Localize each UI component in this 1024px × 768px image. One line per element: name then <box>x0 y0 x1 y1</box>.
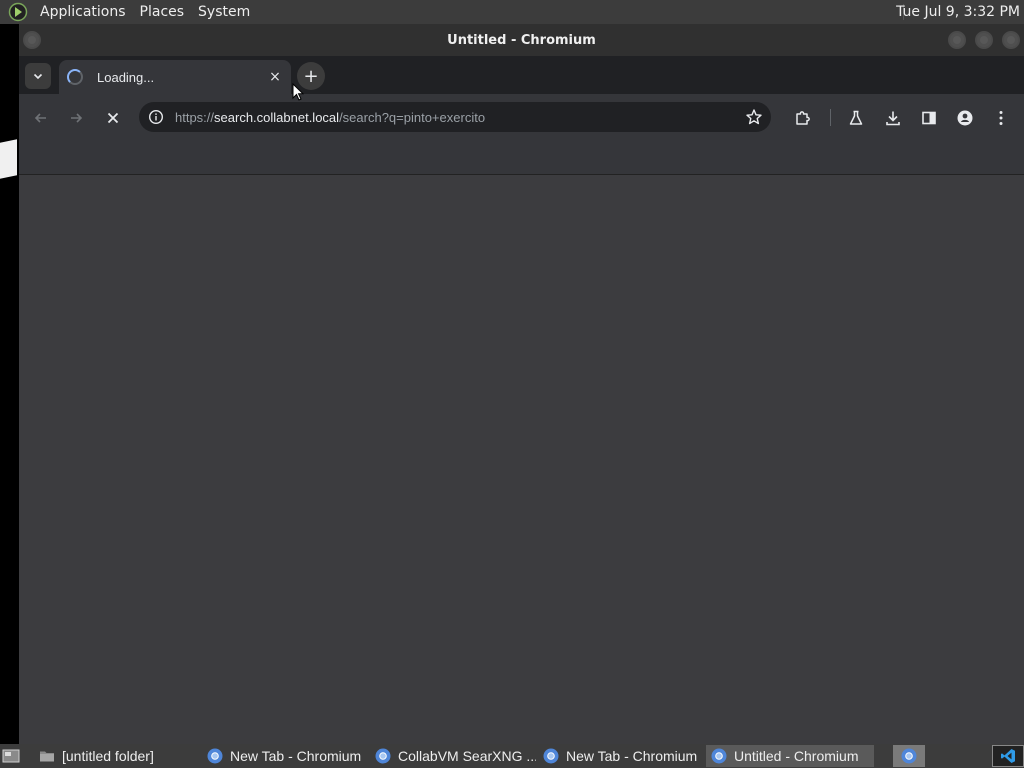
mouse-cursor-icon <box>292 83 304 101</box>
plus-icon: + <box>303 65 319 87</box>
vscode-icon <box>1001 749 1015 763</box>
download-icon <box>886 111 900 126</box>
taskbar-item-label: CollabVM SearXNG ... <box>398 748 536 764</box>
extensions-button[interactable] <box>789 104 817 132</box>
clock[interactable]: Tue Jul 9, 3:32 PM <box>896 0 1020 24</box>
profile-icon <box>957 110 973 126</box>
maximize-button[interactable] <box>975 31 993 49</box>
tab-loading[interactable]: Loading... × <box>59 60 291 94</box>
window-title: Untitled - Chromium <box>447 32 596 48</box>
folder-icon <box>40 751 54 762</box>
taskbar-item-searxng[interactable]: CollabVM SearXNG ... <box>370 745 536 767</box>
back-button[interactable] <box>27 104 55 132</box>
menu-places[interactable]: Places <box>133 0 192 24</box>
tab-title: Loading... <box>97 69 155 85</box>
forward-button[interactable] <box>62 104 90 132</box>
url-text[interactable]: https://search.collabnet.local/search?q=… <box>175 110 485 125</box>
chromium-icon <box>375 748 391 764</box>
tab-close-icon[interactable]: × <box>267 69 283 85</box>
close-icon <box>107 112 119 124</box>
taskbar-item-label: [untitled folder] <box>62 748 154 764</box>
tray-vscode-launcher[interactable] <box>992 745 1024 767</box>
desktop-wallpaper-fragment <box>0 139 17 179</box>
arrow-left-icon <box>34 113 46 123</box>
top-panel: Applications Places System Tue Jul 9, 3:… <box>0 0 1024 24</box>
close-window-button[interactable] <box>1002 31 1020 49</box>
url-path: /search?q=pinto+exercito <box>339 109 486 125</box>
kebab-menu-icon <box>999 111 1003 125</box>
side-panel-button[interactable] <box>915 104 943 132</box>
taskbar-item-label: Untitled - Chromium <box>734 748 859 764</box>
window-menu-button[interactable] <box>23 31 41 49</box>
chromium-icon <box>207 748 223 764</box>
page-content[interactable] <box>19 175 1024 744</box>
distro-logo-icon[interactable] <box>7 1 29 23</box>
url-scheme: https:// <box>175 109 215 125</box>
browser-toolbar: https://search.collabnet.local/search?q=… <box>19 94 1024 141</box>
taskbar-item-new-tab[interactable]: New Tab - Chromium <box>202 745 368 767</box>
address-bar[interactable]: https://search.collabnet.local/search?q=… <box>139 102 771 132</box>
downloads-button[interactable] <box>879 104 907 132</box>
taskbar-item-new-tab-2[interactable]: New Tab - Chromium <box>538 745 704 767</box>
stop-loading-button[interactable] <box>99 104 127 132</box>
browser-window: Untitled - Chromium Loading... × + https… <box>19 24 1024 744</box>
labs-button[interactable] <box>842 104 870 132</box>
flask-icon <box>849 110 863 125</box>
taskbar-item-untitled[interactable]: Untitled - Chromium <box>706 745 874 767</box>
url-host: search.collabnet.local <box>214 109 340 125</box>
chromium-icon <box>543 748 559 764</box>
chromium-icon <box>711 748 727 764</box>
panel-menu: Applications Places System <box>0 0 257 24</box>
bookmarks-bar <box>19 141 1024 175</box>
taskbar-item-folder[interactable]: [untitled folder] <box>34 745 200 767</box>
chromium-icon <box>901 748 917 764</box>
menu-system[interactable]: System <box>191 0 257 24</box>
menu-applications[interactable]: Applications <box>33 0 133 24</box>
site-info-icon[interactable] <box>148 109 164 125</box>
desktop-background <box>0 24 19 744</box>
arrow-right-icon <box>71 113 83 123</box>
puzzle-icon <box>796 111 810 125</box>
taskbar: [untitled folder] New Tab - Chromium Col… <box>0 744 1024 768</box>
tab-search-button[interactable] <box>25 63 51 89</box>
tab-strip: Loading... × + <box>19 56 1024 94</box>
window-titlebar[interactable]: Untitled - Chromium <box>19 24 1024 56</box>
taskbar-item-label: New Tab - Chromium <box>230 748 362 764</box>
loading-spinner-icon <box>67 69 83 85</box>
show-desktop-icon <box>2 749 20 763</box>
taskbar-item-label: New Tab - Chromium <box>566 748 698 764</box>
menu-button[interactable] <box>987 104 1015 132</box>
minimize-button[interactable] <box>948 31 966 49</box>
toolbar-separator <box>830 109 831 126</box>
chevron-down-icon <box>33 73 43 80</box>
side-panel-icon <box>922 111 936 125</box>
show-desktop-button[interactable] <box>0 745 22 767</box>
tray-chromium-launcher[interactable] <box>893 745 925 767</box>
bookmark-star-icon[interactable] <box>745 108 763 126</box>
profile-button[interactable] <box>951 104 979 132</box>
